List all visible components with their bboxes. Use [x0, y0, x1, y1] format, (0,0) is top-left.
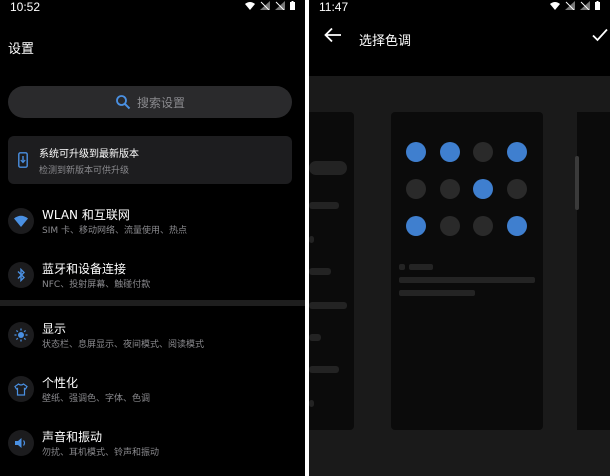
confirm-check-icon[interactable]: [592, 28, 608, 42]
tone-dot-selected[interactable]: [406, 142, 426, 162]
status-time: 10:52: [10, 0, 41, 14]
tone-dot-selected[interactable]: [473, 179, 494, 199]
no-signal-icon: [565, 1, 575, 10]
section-divider: [0, 300, 305, 306]
wifi-status-icon: [550, 2, 560, 10]
tone-dot[interactable]: [473, 142, 494, 162]
no-signal-icon: [260, 1, 270, 10]
settings-item-bluetooth[interactable]: 蓝牙和设备连接 NFC、投射屏幕、触碰付款: [0, 256, 305, 300]
no-signal-icon-2: [580, 1, 590, 10]
page-title: 选择色调: [359, 34, 412, 49]
no-signal-icon-2: [275, 1, 285, 10]
search-icon: [116, 95, 131, 110]
preview-line: [309, 236, 314, 243]
search-bar[interactable]: 搜索设置: [8, 86, 292, 118]
tone-dot[interactable]: [406, 179, 426, 199]
settings-item-personalization[interactable]: 个性化 壁纸、强调色、字体、色调: [0, 370, 305, 414]
item-subtitle: 勿扰、耳机模式、铃声和振动: [42, 448, 160, 458]
system-update-card[interactable]: 系统可升级到最新版本 检测到新版本可供升级: [8, 136, 292, 184]
status-bar: 10:52: [0, 0, 305, 14]
preview-line: [399, 290, 475, 296]
wifi-icon: [8, 208, 34, 234]
item-title: 声音和振动: [42, 430, 103, 444]
wifi-status-icon: [245, 2, 255, 10]
search-placeholder: 搜索设置: [136, 95, 185, 110]
item-title: WLAN 和互联网: [42, 208, 130, 222]
preview-scroll-indicator: [575, 156, 579, 210]
brightness-icon: [8, 322, 34, 348]
tone-dot-selected[interactable]: [439, 142, 460, 162]
tone-dot-selected[interactable]: [406, 216, 426, 236]
shirt-icon: [8, 376, 34, 402]
app-bar: [309, 14, 610, 76]
preview-line: [399, 264, 405, 270]
speaker-icon: [8, 430, 34, 456]
preview-line: [309, 161, 347, 175]
tone-dot[interactable]: [439, 216, 460, 236]
settings-item-sound[interactable]: 声音和振动 勿扰、耳机模式、铃声和振动: [0, 424, 305, 468]
update-subtitle: 检测到新版本可供升级: [39, 166, 130, 176]
preview-line: [309, 302, 347, 309]
preview-line: [399, 277, 535, 283]
preview-line: [309, 400, 314, 407]
update-title: 系统可升级到最新版本: [39, 149, 139, 160]
item-title: 个性化: [42, 376, 79, 390]
phone-update-icon: [18, 152, 28, 168]
tone-dot-selected[interactable]: [507, 216, 528, 236]
preview-line: [309, 268, 331, 275]
battery-icon: [595, 1, 600, 10]
tone-dot[interactable]: [507, 179, 528, 199]
battery-icon: [290, 1, 295, 10]
tone-dot-selected[interactable]: [507, 142, 528, 162]
settings-screen: 10:52 设置 搜索设置 系统可升级到最新版本 检测到新版本可供升级 WLAN…: [0, 0, 305, 476]
status-bar: 11:47: [309, 0, 610, 14]
bluetooth-icon: [8, 262, 34, 288]
preview-line: [309, 366, 339, 373]
preview-card-right[interactable]: [575, 112, 610, 430]
item-title: 显示: [42, 322, 67, 336]
status-time: 11:47: [319, 0, 349, 14]
item-subtitle: NFC、投射屏幕、触碰付款: [42, 280, 151, 290]
tone-dot[interactable]: [439, 179, 460, 199]
preview-line: [309, 334, 321, 341]
settings-item-display[interactable]: 显示 状态栏、息屏显示、夜间模式、阅读模式: [0, 316, 305, 360]
tone-picker-screen: 11:47 选择色调: [309, 0, 610, 476]
back-arrow-icon[interactable]: [324, 27, 342, 43]
preview-line: [309, 202, 339, 209]
preview-card-left[interactable]: [309, 112, 354, 430]
tone-dot[interactable]: [473, 216, 494, 236]
item-subtitle: 状态栏、息屏显示、夜间模式、阅读模式: [42, 340, 205, 350]
page-title: 设置: [8, 42, 35, 57]
item-subtitle: SIM 卡、移动网络、流量使用、热点: [42, 226, 187, 236]
preview-line: [409, 264, 433, 270]
preview-card-main[interactable]: [391, 112, 543, 430]
item-subtitle: 壁纸、强调色、字体、色调: [42, 394, 151, 404]
settings-item-wlan[interactable]: WLAN 和互联网 SIM 卡、移动网络、流量使用、热点: [0, 202, 305, 246]
item-title: 蓝牙和设备连接: [42, 262, 127, 276]
